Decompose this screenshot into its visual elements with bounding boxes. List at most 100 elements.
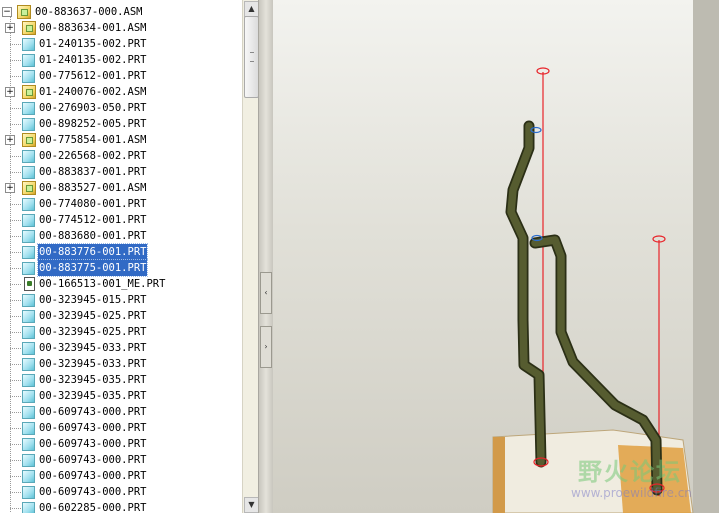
arrow-down-icon[interactable]: ▼ xyxy=(244,497,259,513)
tree-item-row[interactable]: 00-883775-001.PRT xyxy=(0,259,240,277)
tree-item-row[interactable]: +00-775854-001.ASM xyxy=(0,132,240,148)
part-icon xyxy=(22,166,35,179)
part-icon xyxy=(22,326,35,339)
tree-item-row[interactable]: 00-323945-025.PRT xyxy=(0,308,240,324)
tree-item-row[interactable]: 00-775612-001.PRT xyxy=(0,68,240,84)
tree-item-label: 00-883680-001.PRT xyxy=(39,230,147,242)
tree-item-row[interactable]: 00-276903-050.PRT xyxy=(0,100,240,116)
part-icon xyxy=(22,294,35,307)
part-icon xyxy=(22,246,35,259)
part-icon xyxy=(22,54,35,67)
tree-item-row[interactable]: 00-898252-005.PRT xyxy=(0,116,240,132)
part-icon xyxy=(22,470,35,483)
tree-item-row[interactable]: 00-883837-001.PRT xyxy=(0,164,240,180)
scrollbar-thumb[interactable] xyxy=(244,16,259,98)
tree-item-row[interactable]: 00-774512-001.PRT xyxy=(0,212,240,228)
tree-item-label: 01-240135-002.PRT xyxy=(39,38,147,50)
tree-item-row[interactable]: +00-883527-001.ASM xyxy=(0,180,240,196)
tree-scrollbar[interactable]: ▲ ▼ xyxy=(242,0,259,513)
tree-item-label: 00-609743-000.PRT xyxy=(39,454,147,466)
tree-item-label: 00-775612-001.PRT xyxy=(39,70,147,82)
chevron-right-icon[interactable]: › xyxy=(260,326,272,368)
tree-item-row[interactable]: 00-323945-015.PRT xyxy=(0,292,240,308)
tree-item-row[interactable]: 00-166513-001_ME.PRT xyxy=(0,276,240,292)
tree-item-row[interactable]: 00-883680-001.PRT xyxy=(0,228,240,244)
tree-item-row[interactable]: 01-240135-002.PRT xyxy=(0,36,240,52)
tree-item-label: 00-323945-033.PRT xyxy=(39,358,147,370)
tree-item-row[interactable]: 00-609743-000.PRT xyxy=(0,404,240,420)
part-icon xyxy=(22,150,35,163)
tree-item-row[interactable]: 00-774080-001.PRT xyxy=(0,196,240,212)
viewport-edge xyxy=(693,0,719,513)
arrow-up-icon[interactable]: ▲ xyxy=(244,1,259,17)
tree-item-row[interactable]: 00-226568-002.PRT xyxy=(0,148,240,164)
tree-item-label: 00-609743-000.PRT xyxy=(39,470,147,482)
tree-item-label: 00-883775-001.PRT xyxy=(36,259,149,277)
tree-item-row[interactable]: +00-883634-001.ASM xyxy=(0,20,240,36)
scroll-grip xyxy=(250,52,254,62)
tree-item-row[interactable]: 00-609743-000.PRT xyxy=(0,452,240,468)
part-icon xyxy=(22,374,35,387)
part-icon xyxy=(22,390,35,403)
part-icon xyxy=(22,118,35,131)
collapse-minus-icon[interactable]: − xyxy=(2,7,12,17)
tree-item-row[interactable]: +01-240076-002.ASM xyxy=(0,84,240,100)
watermark-url: www.proewildfire.cn xyxy=(571,486,692,500)
part-icon xyxy=(22,486,35,499)
plus-icon[interactable]: + xyxy=(5,23,15,33)
tree-item-row[interactable]: 00-323945-035.PRT xyxy=(0,388,240,404)
part-icon xyxy=(22,262,35,275)
tree-item-label: 01-240135-002.PRT xyxy=(39,54,147,66)
pipe-1 xyxy=(507,122,545,466)
tree-item-row[interactable]: 00-883776-001.PRT xyxy=(0,243,240,261)
tree-item-label: 00-166513-001_ME.PRT xyxy=(39,278,166,290)
part-icon xyxy=(22,38,35,51)
assembly-icon xyxy=(17,5,31,19)
watermark-text: 野火论坛 xyxy=(578,458,682,486)
tree-item-label: 00-323945-015.PRT xyxy=(39,294,147,306)
part-icon xyxy=(22,102,35,115)
tree-item-row[interactable]: 00-323945-033.PRT xyxy=(0,340,240,356)
tree-item-row[interactable]: 00-323945-033.PRT xyxy=(0,356,240,372)
tree-item-label: 00-883776-001.PRT xyxy=(36,243,149,261)
plus-icon[interactable]: + xyxy=(5,135,15,145)
assembly-icon xyxy=(22,85,36,99)
tree-item-label: 00-774512-001.PRT xyxy=(39,214,147,226)
part-icon xyxy=(22,502,35,513)
part-icon xyxy=(22,310,35,323)
3d-graphics-viewport[interactable]: 野火论坛 www.proewildfire.cn xyxy=(273,0,719,513)
assembly-icon xyxy=(22,21,36,35)
plus-icon[interactable]: + xyxy=(5,87,15,97)
tree-item-row[interactable]: 00-609743-000.PRT xyxy=(0,484,240,500)
cad-model-render xyxy=(492,0,719,513)
tree-item-label: 00-609743-000.PRT xyxy=(39,438,147,450)
tree-root-label: 00-883637-000.ASM xyxy=(35,6,143,18)
tree-item-row[interactable]: 00-609743-000.PRT xyxy=(0,468,240,484)
tree-item-row[interactable]: 00-323945-035.PRT xyxy=(0,372,240,388)
tree-item-label: 00-883527-001.ASM xyxy=(39,182,147,194)
part-icon xyxy=(22,454,35,467)
part-icon xyxy=(22,70,35,83)
plus-icon[interactable]: + xyxy=(5,183,15,193)
tree-item-label: 00-323945-035.PRT xyxy=(39,374,147,386)
panel-splitter[interactable]: ‹ › xyxy=(258,0,274,513)
assembly-icon xyxy=(22,181,36,195)
tree-item-row[interactable]: 00-609743-000.PRT xyxy=(0,420,240,436)
document-icon xyxy=(24,277,35,291)
part-icon xyxy=(22,422,35,435)
chevron-left-icon[interactable]: ‹ xyxy=(260,272,272,314)
tree-item-label: 00-898252-005.PRT xyxy=(39,118,147,130)
assembly-icon xyxy=(22,133,36,147)
tree-item-row[interactable]: 01-240135-002.PRT xyxy=(0,52,240,68)
part-icon xyxy=(22,358,35,371)
tree-item-row[interactable]: 00-323945-025.PRT xyxy=(0,324,240,340)
tree-item-row[interactable]: 00-602285-000.PRT xyxy=(0,500,240,513)
tree-item-row[interactable]: 00-609743-000.PRT xyxy=(0,436,240,452)
model-tree-panel: − 00-883637-000.ASM +00-883634-001.ASM 01… xyxy=(0,0,242,513)
tree-item-label: 00-323945-025.PRT xyxy=(39,326,147,338)
tree-item-label: 00-883837-001.PRT xyxy=(39,166,147,178)
tree-item-label: 00-602285-000.PRT xyxy=(39,502,147,513)
tree-item-label: 00-775854-001.ASM xyxy=(39,134,147,146)
part-icon xyxy=(22,214,35,227)
tree-item-label: 00-276903-050.PRT xyxy=(39,102,147,114)
